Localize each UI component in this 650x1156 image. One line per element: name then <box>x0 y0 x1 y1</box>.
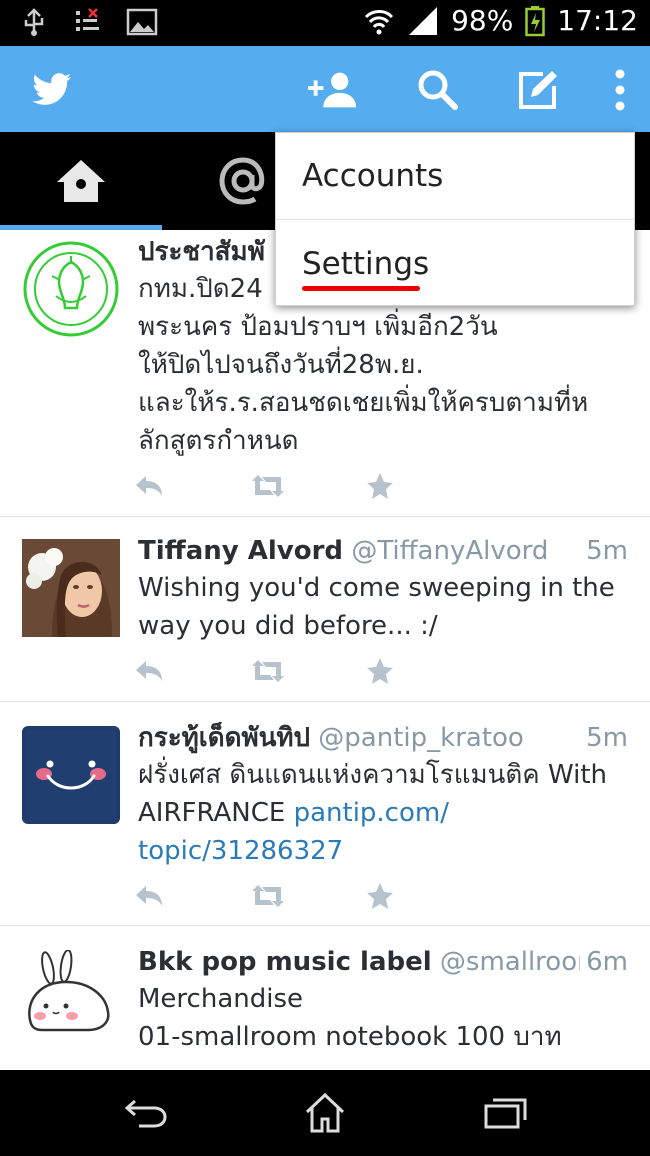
tweet-author[interactable]: กระทู้เด็ดพันทิป <box>138 723 310 753</box>
signal-icon <box>409 6 438 35</box>
data-off-icon <box>76 8 99 31</box>
menu-item-accounts[interactable]: Accounts <box>276 133 634 220</box>
tab-home[interactable] <box>0 132 162 230</box>
tweet-text-line: ลักสูตรกำหนด <box>138 426 299 456</box>
star-icon <box>367 473 393 499</box>
app-bar <box>0 46 650 132</box>
back-button[interactable] <box>120 1090 172 1136</box>
avatar[interactable] <box>22 240 120 338</box>
overflow-menu-button[interactable] <box>594 64 646 116</box>
home-icon <box>57 160 105 202</box>
reply-button[interactable] <box>134 878 250 914</box>
add-user-icon <box>307 72 357 108</box>
overflow-menu: Accounts Settings <box>275 132 635 306</box>
avatar[interactable] <box>22 950 120 1048</box>
reply-icon <box>136 661 162 681</box>
image-icon <box>126 8 158 36</box>
favorite-button[interactable] <box>366 878 482 914</box>
timeline[interactable]: ประชาสัมพั กทม.ปิด24 พระนคร ป้อมปราบฯ เพ… <box>0 230 650 1070</box>
tweet-text-line: พระนคร ป้อมปราบฯ เพิ่มอีก2วัน <box>138 312 498 342</box>
system-nav-bar <box>0 1070 650 1156</box>
wifi-icon <box>364 9 394 34</box>
compose-icon <box>519 71 557 109</box>
menu-item-label: Settings <box>302 245 430 282</box>
avatar[interactable] <box>22 539 120 637</box>
tweet-link[interactable]: pantip.com/ <box>294 798 449 828</box>
tweet-time: 6m <box>580 946 628 978</box>
tweet-time: 5m <box>580 535 628 567</box>
home-icon <box>305 1092 345 1133</box>
add-user-button[interactable] <box>306 64 358 116</box>
retweet-button[interactable] <box>250 878 366 914</box>
tweet-author[interactable]: ประชาสัมพั <box>138 237 265 267</box>
tweet-link[interactable]: topic/31286327 <box>138 832 628 870</box>
reply-button[interactable] <box>134 468 250 504</box>
reply-icon <box>136 886 162 906</box>
overflow-menu-icon <box>615 69 625 111</box>
tweet-handle[interactable]: @TiffanyAlvord <box>351 536 548 566</box>
tweet-text-line: AIRFRANCE <box>138 798 294 828</box>
at-mention-icon <box>219 157 265 205</box>
favorite-button[interactable] <box>366 468 482 504</box>
tweet-text-line: Merchandise <box>138 984 304 1014</box>
tweet-text-line: way you did before... :/ <box>138 611 438 641</box>
tweet-item[interactable]: กระทู้เด็ดพันทิป @pantip_kratoo 5m ฝรั่ง… <box>0 702 650 926</box>
tweet-text-line: ให้ปิดไปจนถึงวันที่28พ.ย. <box>138 350 424 380</box>
retweet-button[interactable] <box>250 653 366 689</box>
star-icon <box>367 883 393 909</box>
search-icon <box>418 70 458 110</box>
search-button[interactable] <box>412 64 464 116</box>
status-bar: 98% 17:12 <box>0 0 650 46</box>
tweet-text-line: ฝรั่งเศส ดินแดนแห่งความโรแมนติค With <box>138 760 607 790</box>
reply-button[interactable] <box>134 653 250 689</box>
menu-item-settings[interactable]: Settings <box>276 220 634 307</box>
compose-button[interactable] <box>512 64 564 116</box>
battery-icon <box>525 5 546 36</box>
retweet-icon <box>252 475 284 497</box>
favorite-button[interactable] <box>366 653 482 689</box>
tweet-author[interactable]: Bkk pop music label <box>138 947 432 977</box>
retweet-button[interactable] <box>250 468 366 504</box>
tweet-item[interactable]: Tiffany Alvord @TiffanyAlvord 5m Wishing… <box>0 517 650 702</box>
tweet-text-line: และให้ร.ร.สอนชดเชยเพิ่มให้ครบตามที่ห <box>138 388 589 418</box>
tweet-handle[interactable]: @pantip_kratoo <box>318 723 524 753</box>
usb-icon <box>24 8 44 36</box>
reply-icon <box>136 476 162 496</box>
home-button[interactable] <box>299 1090 351 1136</box>
back-icon <box>124 1099 167 1128</box>
tweet-text-line: 01-smallroom notebook 100 บาท <box>138 1022 562 1052</box>
retweet-icon <box>252 885 284 907</box>
recent-apps-button[interactable] <box>480 1090 532 1136</box>
retweet-icon <box>252 660 284 682</box>
recent-apps-icon <box>484 1098 527 1129</box>
battery-percent: 98% <box>451 4 514 37</box>
tweet-author[interactable]: Tiffany Alvord <box>138 536 343 566</box>
star-icon <box>367 658 393 684</box>
tweet-time: 5m <box>580 722 628 754</box>
annotation-underline <box>302 286 420 291</box>
avatar[interactable] <box>22 726 120 824</box>
tweet-text-line: Wishing you'd come sweeping in the <box>138 573 615 603</box>
twitter-logo-icon[interactable] <box>28 66 74 112</box>
tweet-item[interactable]: Bkk pop music label @smallroom_t... 6m M… <box>0 926 650 1070</box>
clock: 17:12 <box>557 4 638 37</box>
